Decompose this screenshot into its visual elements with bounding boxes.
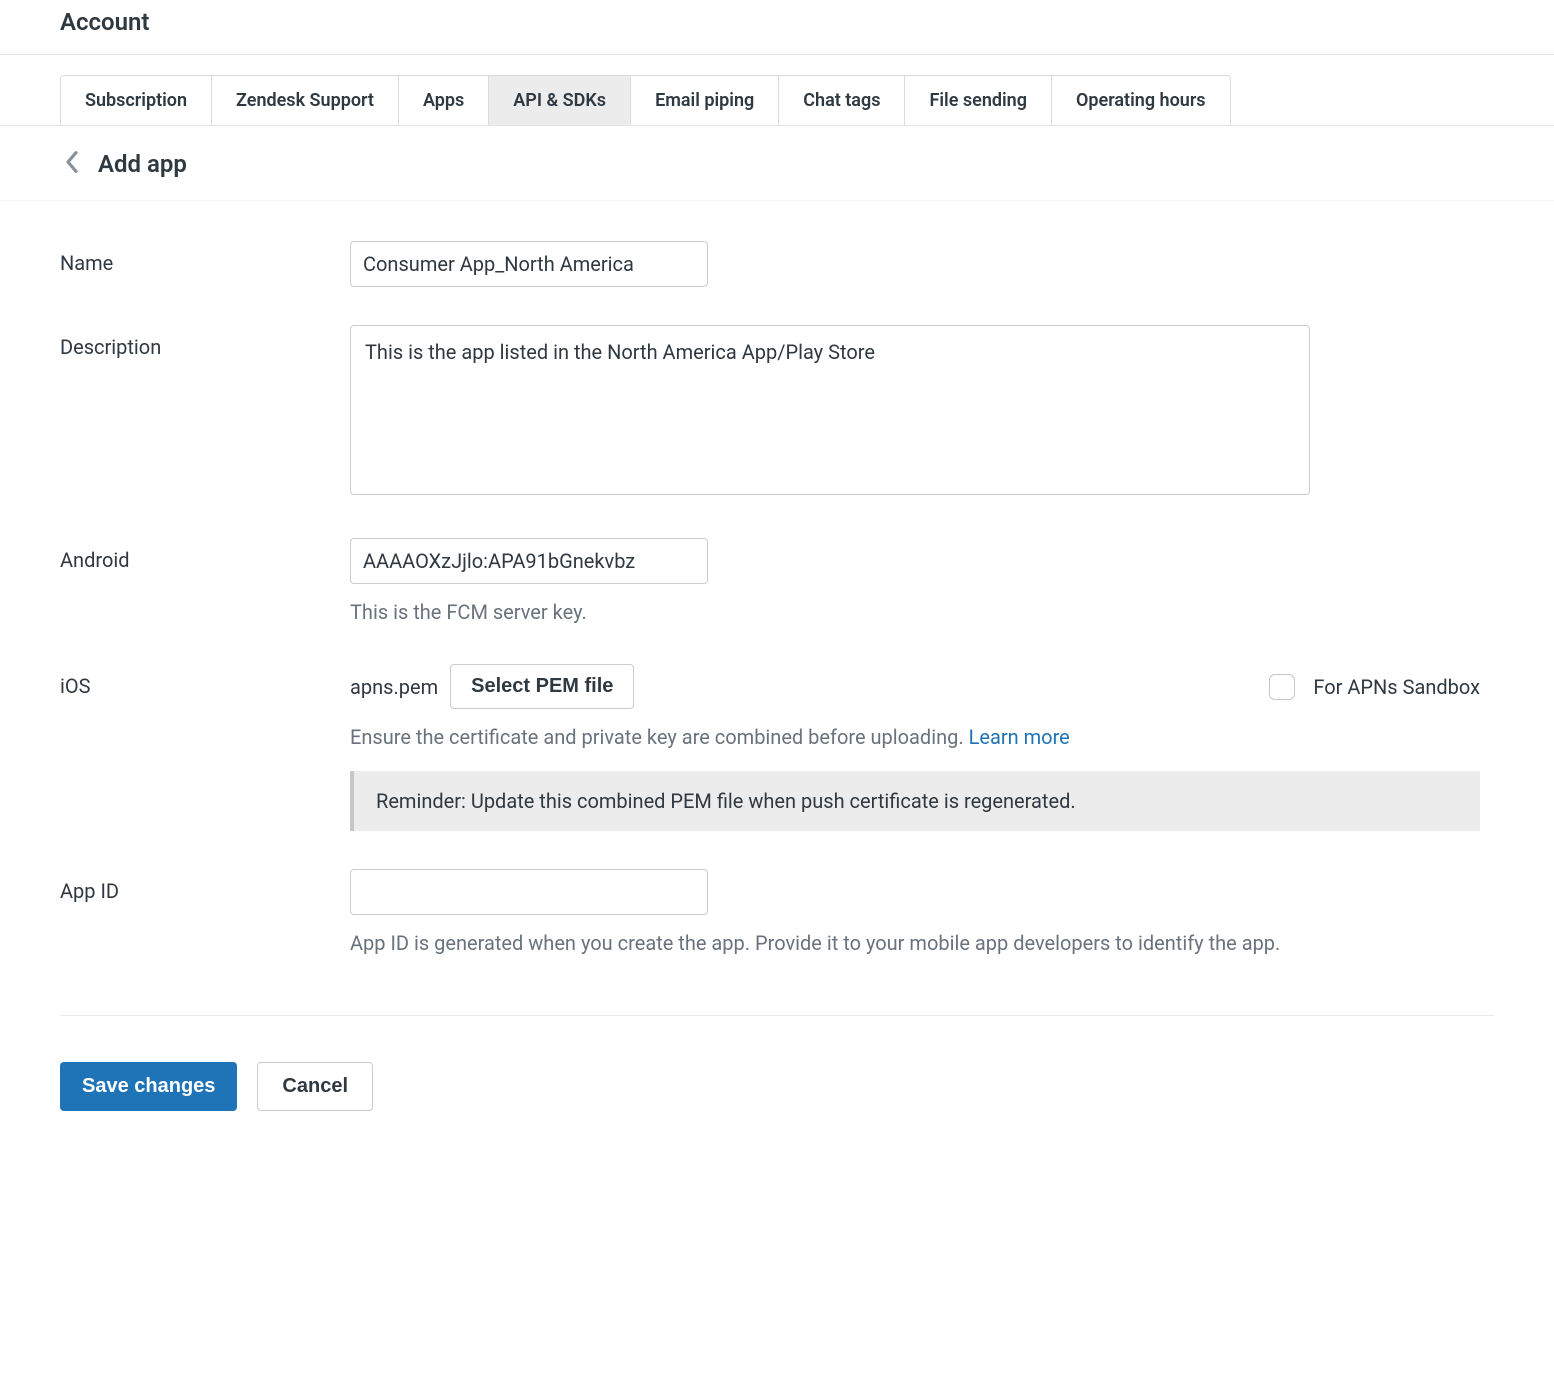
apns-sandbox-label: For APNs Sandbox bbox=[1313, 675, 1480, 699]
ios-line: apns.pem Select PEM file For APNs Sandbo… bbox=[350, 664, 1480, 709]
android-help: This is the FCM server key. bbox=[350, 598, 1420, 626]
row-name: Name bbox=[60, 241, 1420, 287]
tab-file-sending[interactable]: File sending bbox=[905, 76, 1052, 125]
chevron-left-icon bbox=[65, 150, 79, 179]
tab-api-sdks[interactable]: API & SDKs bbox=[489, 76, 631, 125]
apns-sandbox-checkbox[interactable] bbox=[1269, 674, 1295, 700]
page-title: Account bbox=[60, 8, 1494, 36]
save-button[interactable]: Save changes bbox=[60, 1062, 237, 1111]
label-app-id: App ID bbox=[60, 869, 350, 903]
page-header: Account bbox=[0, 0, 1554, 55]
row-ios: iOS apns.pem Select PEM file For APNs Sa… bbox=[60, 664, 1420, 831]
app-id-help: App ID is generated when you create the … bbox=[350, 929, 1420, 957]
subheader-title: Add app bbox=[98, 150, 187, 178]
tab-subscription[interactable]: Subscription bbox=[61, 76, 212, 125]
row-android: Android This is the FCM server key. bbox=[60, 538, 1420, 626]
tab-operating-hours[interactable]: Operating hours bbox=[1052, 76, 1230, 125]
tab-zendesk-support[interactable]: Zendesk Support bbox=[212, 76, 399, 125]
tab-chat-tags[interactable]: Chat tags bbox=[779, 76, 905, 125]
subheader: Add app bbox=[0, 126, 1554, 201]
tab-email-piping[interactable]: Email piping bbox=[631, 76, 779, 125]
label-description: Description bbox=[60, 325, 350, 359]
add-app-form: Name Description This is the app listed … bbox=[0, 201, 1480, 1015]
tabs: Subscription Zendesk Support Apps API & … bbox=[60, 75, 1231, 125]
ios-reminder: Reminder: Update this combined PEM file … bbox=[350, 771, 1480, 831]
label-ios: iOS bbox=[60, 664, 350, 698]
app-id-input bbox=[350, 869, 708, 915]
form-footer: Save changes Cancel bbox=[60, 1015, 1494, 1141]
description-textarea[interactable]: This is the app listed in the North Amer… bbox=[350, 325, 1310, 495]
name-input[interactable] bbox=[350, 241, 708, 287]
tabs-container: Subscription Zendesk Support Apps API & … bbox=[0, 55, 1554, 126]
back-button[interactable] bbox=[60, 152, 84, 176]
row-app-id: App ID App ID is generated when you crea… bbox=[60, 869, 1420, 957]
tab-apps[interactable]: Apps bbox=[399, 76, 489, 125]
select-pem-button[interactable]: Select PEM file bbox=[450, 664, 634, 709]
row-description: Description This is the app listed in th… bbox=[60, 325, 1420, 500]
pem-filename: apns.pem bbox=[350, 675, 438, 699]
ios-help-text: Ensure the certificate and private key a… bbox=[350, 725, 969, 749]
android-fcm-input[interactable] bbox=[350, 538, 708, 584]
label-name: Name bbox=[60, 241, 350, 275]
label-android: Android bbox=[60, 538, 350, 572]
cancel-button[interactable]: Cancel bbox=[257, 1062, 373, 1111]
ios-help: Ensure the certificate and private key a… bbox=[350, 723, 1470, 751]
learn-more-link[interactable]: Learn more bbox=[969, 725, 1070, 749]
